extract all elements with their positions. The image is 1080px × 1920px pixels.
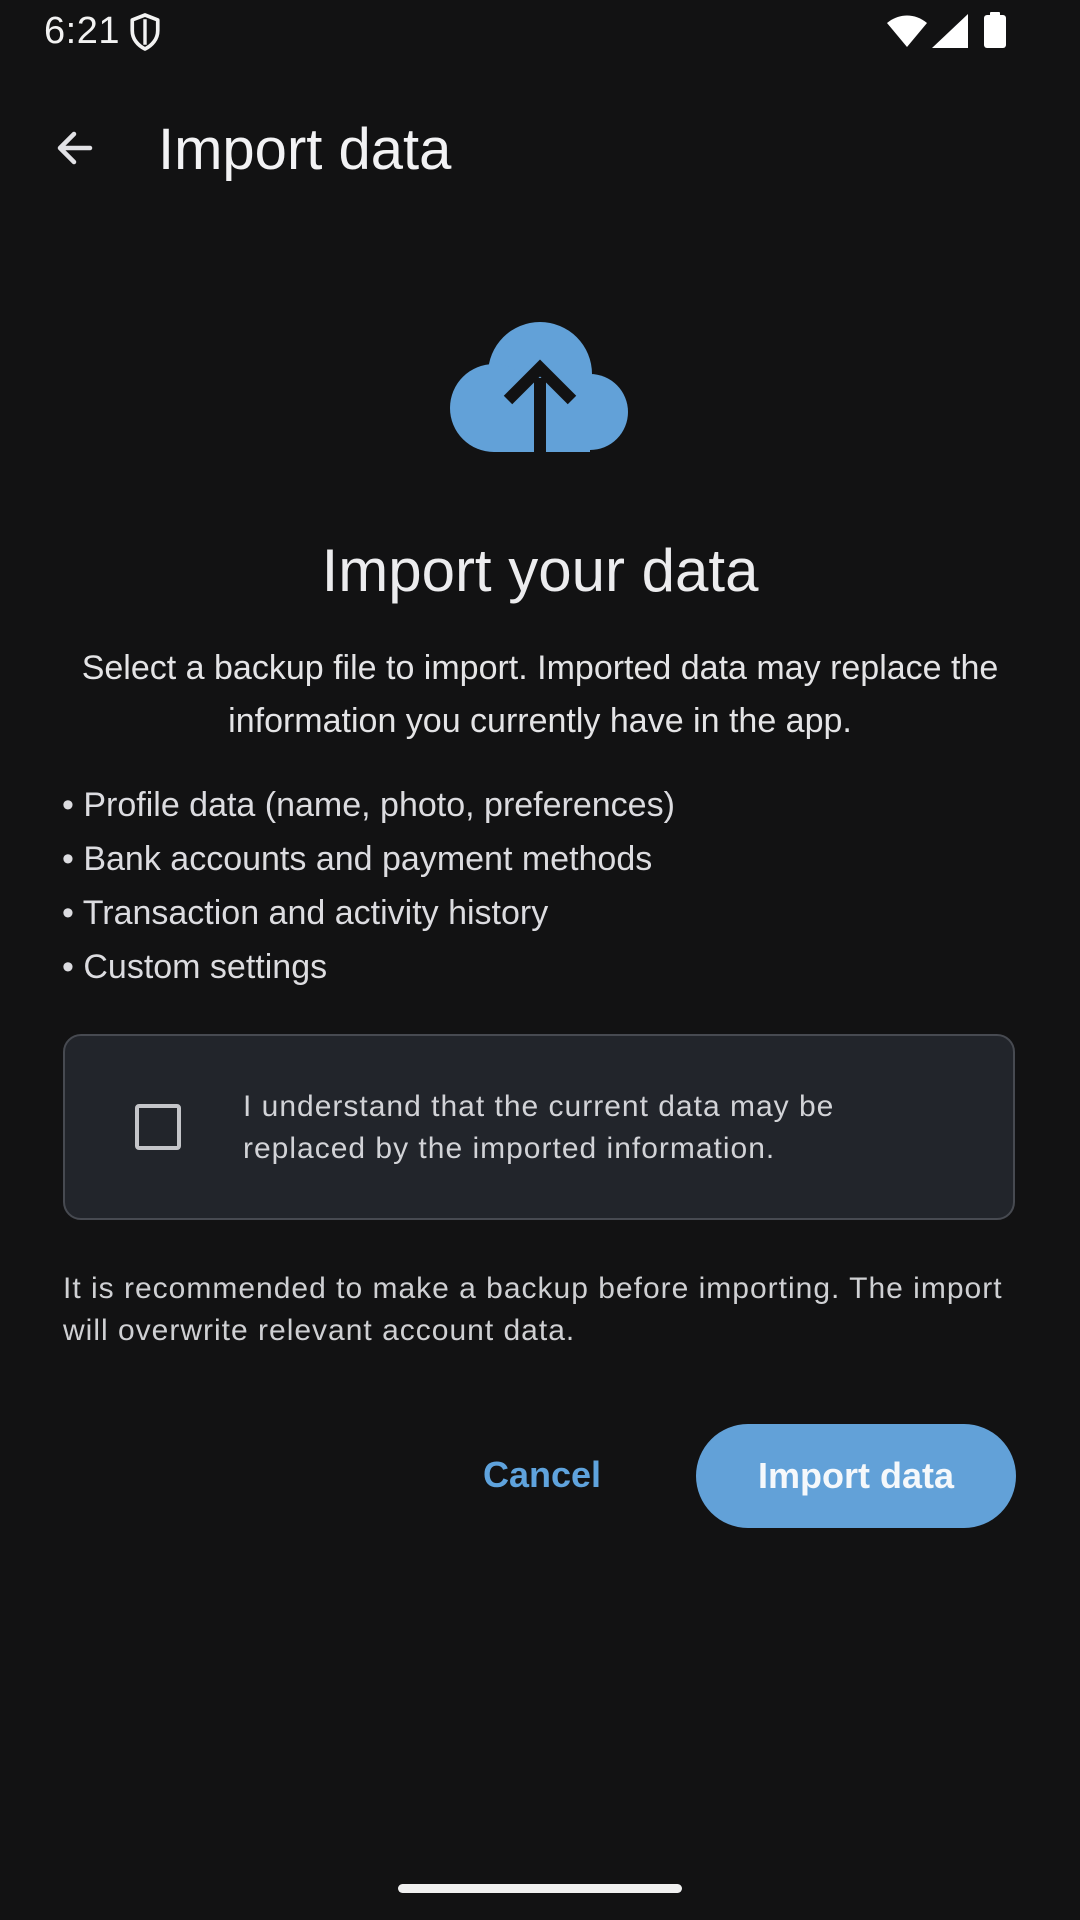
signal-icon [932,14,968,48]
cloud-upload-icon [450,322,628,454]
cancel-button[interactable]: Cancel [462,1440,622,1510]
section-description: Select a backup file to import. Imported… [81,649,999,740]
status-time: 6:21 [44,10,120,52]
list-item: • Bank accounts and payment methods [62,840,653,878]
status-bar: 6:21 [0,0,1080,64]
list-item: • Custom settings [62,948,328,986]
arrow-back-icon [57,131,93,165]
home-indicator[interactable] [398,1884,682,1893]
consent-label: I understand that the current data may b… [243,1090,835,1165]
import-data-button[interactable]: Import data [696,1424,1016,1528]
consent-checkbox[interactable] [135,1104,181,1150]
import-items-list: • Profile data (name, photo, preferences… [62,778,675,994]
consent-card[interactable]: I understand that the current data may b… [63,1034,1015,1220]
shield-icon [130,13,160,51]
wifi-icon [887,15,927,47]
list-item: • Transaction and activity history [62,894,549,932]
backup-note: It is recommended to make a backup befor… [63,1272,1003,1347]
list-item: • Profile data (name, photo, preferences… [62,786,675,824]
section-heading: Import your data [321,537,759,604]
battery-icon [984,12,1006,48]
back-button[interactable] [40,114,108,182]
page-title: Import data [158,117,452,182]
